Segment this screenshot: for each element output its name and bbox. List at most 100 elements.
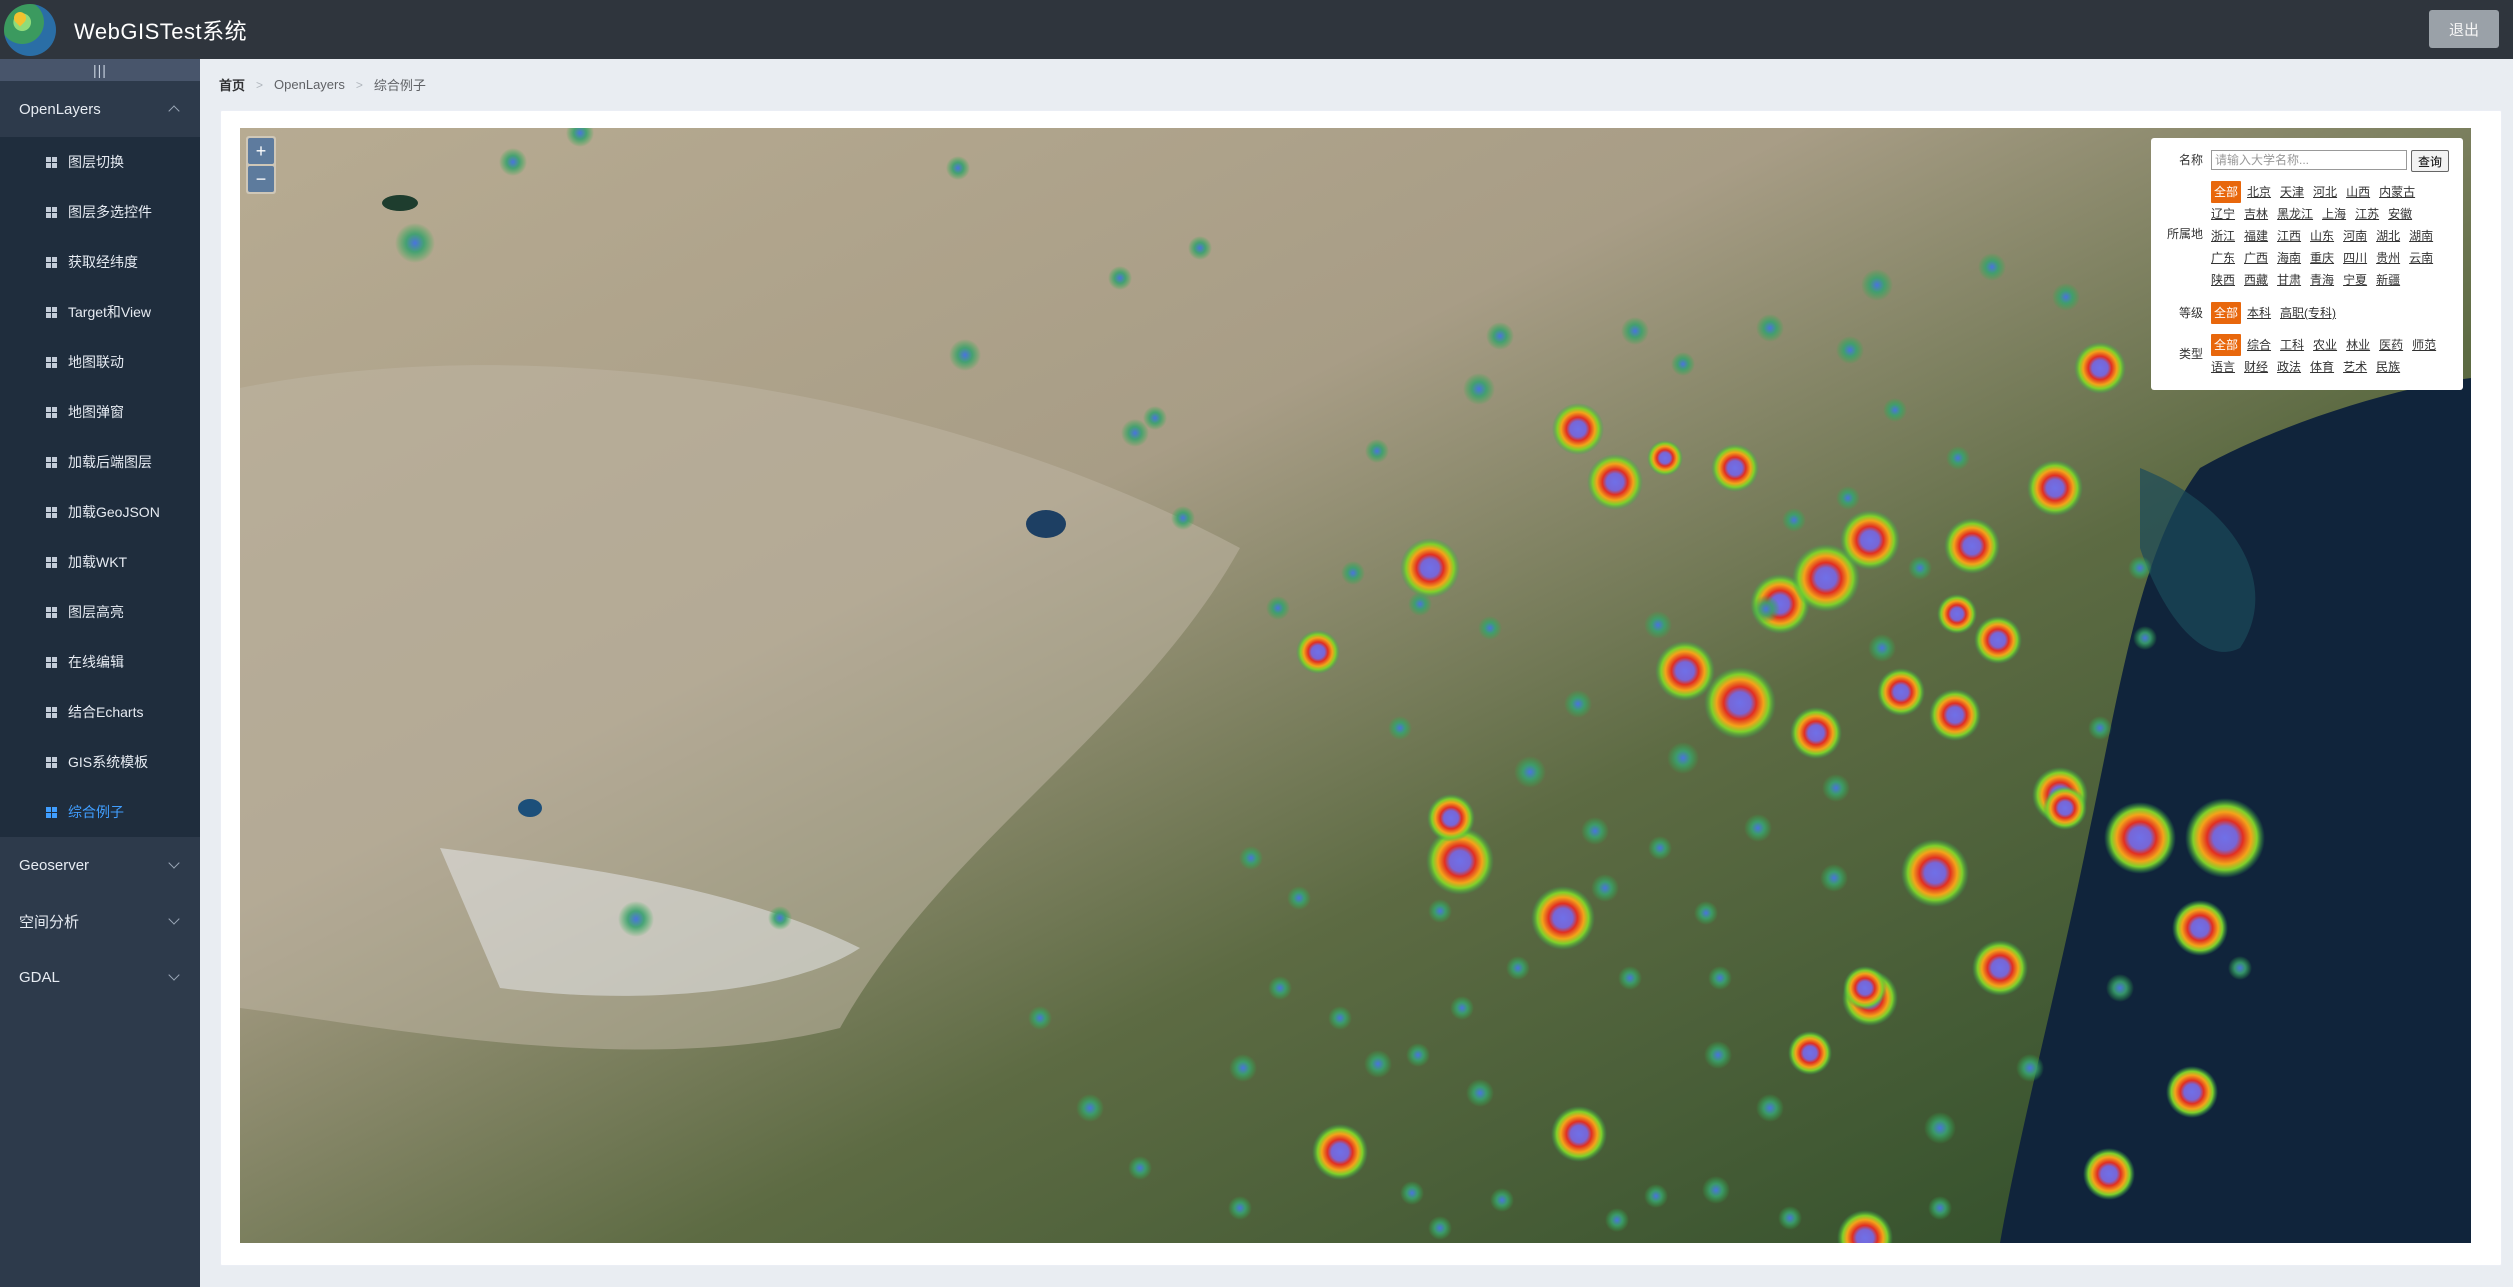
location-option[interactable]: 山东: [2310, 225, 2334, 247]
sidebar-menu-item[interactable]: 结合Echarts: [0, 687, 200, 737]
sidebar-menu-item-label: 获取经纬度: [68, 254, 138, 270]
location-option[interactable]: 青海: [2310, 269, 2334, 291]
grid-icon: [46, 706, 57, 718]
type-option[interactable]: 医药: [2379, 334, 2403, 356]
sidebar-menu-item[interactable]: 加载后端图层: [0, 437, 200, 487]
level-options: 全部 本科 高职(专科): [2211, 302, 2451, 324]
location-option[interactable]: 吉林: [2244, 203, 2268, 225]
sidebar-menu-item-label: 图层切换: [68, 154, 124, 170]
sidebar-collapse-toggle[interactable]: |||: [0, 59, 200, 81]
grid-icon: [46, 756, 57, 768]
sidebar-menu-item-label: 图层多选控件: [68, 204, 152, 220]
sidebar-menu-item[interactable]: 综合例子: [0, 787, 200, 837]
location-option[interactable]: 云南: [2409, 247, 2433, 269]
grid-icon: [46, 356, 57, 368]
location-option[interactable]: 河北: [2313, 181, 2337, 203]
location-option[interactable]: 贵州: [2376, 247, 2400, 269]
location-option[interactable]: 重庆: [2310, 247, 2334, 269]
level-option[interactable]: 高职(专科): [2280, 302, 2336, 324]
sidebar-menu-item[interactable]: 图层多选控件: [0, 187, 200, 237]
location-option[interactable]: 海南: [2277, 247, 2301, 269]
type-option[interactable]: 体育: [2310, 356, 2334, 378]
zoom-in-button[interactable]: +: [248, 138, 274, 164]
menu-group-label: OpenLayers: [19, 100, 101, 118]
location-option[interactable]: 四川: [2343, 247, 2367, 269]
level-option[interactable]: 全部: [2211, 302, 2242, 324]
submenu: 图层切换图层多选控件 获取经纬度 Target和View 地图联动地图弹窗 加载后端图层…: [0, 137, 200, 837]
app-title: WebGISTest系统: [74, 18, 248, 44]
sidebar-menu-item-label: Target和View: [68, 304, 152, 320]
type-option[interactable]: 财经: [2244, 356, 2268, 378]
location-option[interactable]: 上海: [2322, 203, 2346, 225]
sidebar-menu-item-label: 地图联动: [68, 354, 124, 370]
sidebar-menu-item-label: 加载WKT: [68, 554, 128, 570]
sidebar-menu-item[interactable]: 加载WKT: [0, 537, 200, 587]
type-option[interactable]: 师范: [2412, 334, 2436, 356]
sidebar-menu-item[interactable]: 获取经纬度: [0, 237, 200, 287]
type-option[interactable]: 综合: [2247, 334, 2271, 356]
location-option[interactable]: 甘肃: [2277, 269, 2301, 291]
menu-group-1[interactable]: Geoserver: [0, 837, 200, 893]
type-option[interactable]: 工科: [2280, 334, 2304, 356]
type-option[interactable]: 农业: [2313, 334, 2337, 356]
grid-icon: [46, 406, 57, 418]
location-option[interactable]: 福建: [2244, 225, 2268, 247]
sidebar-menu-item-label: GIS系统模板: [68, 754, 149, 770]
type-option[interactable]: 林业: [2346, 334, 2370, 356]
breadcrumb-current: 综合例子: [373, 78, 426, 93]
university-filter-panel: 名称 查询 所属地 全部北京天津河北山西内蒙古辽宁吉林黑龙江上海江苏安徽浙江福建…: [2151, 138, 2463, 390]
chevron-down-icon: [168, 913, 180, 925]
location-option[interactable]: 内蒙古: [2379, 181, 2415, 203]
location-option[interactable]: 西藏: [2244, 269, 2268, 291]
query-button[interactable]: 查询: [2411, 150, 2450, 172]
type-option[interactable]: 艺术: [2343, 356, 2367, 378]
location-option[interactable]: 安徽: [2388, 203, 2412, 225]
location-option[interactable]: 江苏: [2355, 203, 2379, 225]
university-search-input[interactable]: [2211, 150, 2407, 170]
menu-group-2[interactable]: 空间分析: [0, 893, 200, 949]
type-option[interactable]: 全部: [2211, 334, 2242, 356]
sidebar-menu-item[interactable]: GIS系统模板: [0, 737, 200, 787]
location-option[interactable]: 广东: [2211, 247, 2235, 269]
location-option[interactable]: 宁夏: [2343, 269, 2367, 291]
location-option[interactable]: 浙江: [2211, 225, 2235, 247]
satellite-heatmap-map[interactable]: + −: [240, 128, 2471, 1243]
menu-group-0[interactable]: OpenLayers: [0, 81, 200, 137]
location-option[interactable]: 辽宁: [2211, 203, 2235, 225]
breadcrumb-separator-icon: >: [256, 77, 264, 92]
location-option[interactable]: 山西: [2346, 181, 2370, 203]
location-option[interactable]: 北京: [2247, 181, 2271, 203]
location-option[interactable]: 江西: [2277, 225, 2301, 247]
location-option[interactable]: 湖北: [2376, 225, 2400, 247]
type-option[interactable]: 语言: [2211, 356, 2235, 378]
grid-icon: [46, 606, 57, 618]
location-option[interactable]: 广西: [2244, 247, 2268, 269]
sidebar-menu-item[interactable]: 地图弹窗: [0, 387, 200, 437]
grid-icon: [46, 506, 57, 518]
grid-icon: [46, 306, 57, 318]
location-option[interactable]: 天津: [2280, 181, 2304, 203]
sidebar-menu-item[interactable]: 图层切换: [0, 137, 200, 187]
sidebar-menu-item[interactable]: 在线编辑: [0, 637, 200, 687]
grid-icon: [46, 206, 57, 218]
location-option[interactable]: 湖南: [2409, 225, 2433, 247]
sidebar-menu-item[interactable]: 地图联动: [0, 337, 200, 387]
logout-button[interactable]: 退出: [2429, 10, 2499, 48]
sidebar-menu-item[interactable]: 加载GeoJSON: [0, 487, 200, 537]
level-option[interactable]: 本科: [2247, 302, 2271, 324]
zoom-out-button[interactable]: −: [248, 166, 274, 192]
location-option[interactable]: 新疆: [2376, 269, 2400, 291]
breadcrumb-home[interactable]: 首页: [219, 75, 245, 94]
sidebar-menu-item[interactable]: Target和View: [0, 287, 200, 337]
location-option[interactable]: 河南: [2343, 225, 2367, 247]
location-option[interactable]: 陕西: [2211, 269, 2235, 291]
sidebar-menu-item[interactable]: 图层高亮: [0, 587, 200, 637]
type-option[interactable]: 政法: [2277, 356, 2301, 378]
type-option[interactable]: 民族: [2376, 356, 2400, 378]
location-option[interactable]: 全部: [2211, 181, 2242, 203]
location-options: 全部 北京 天津 河北 山西 内蒙古辽宁 吉林 黑龙江 上海 江苏 安徽浙江 福建 江西 山东 河南 湖北 湖南…: [2211, 181, 2451, 291]
menu-group-3[interactable]: GDAL: [0, 949, 200, 1005]
type-options: 全部 综合 工科 农业 林业 医药 师范语言 财经 政法 体育 艺术 民族: [2211, 334, 2451, 378]
chevron-down-icon: [168, 969, 180, 981]
location-option[interactable]: 黑龙江: [2277, 203, 2313, 225]
